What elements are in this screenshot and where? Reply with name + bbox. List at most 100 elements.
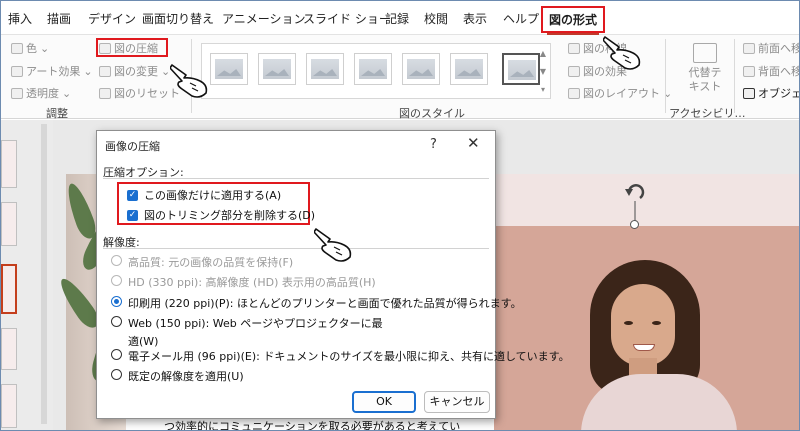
slide-thumbnail[interactable] [1, 202, 17, 246]
gallery-up-icon[interactable]: ▲ [538, 46, 548, 61]
radio-label: 電子メール用 (96 ppi)(E): ドキュメントのサイズを最小限に抑え、共有… [128, 350, 570, 363]
radio-icon [111, 275, 122, 286]
tab-slideshow[interactable]: スライド ショー [303, 10, 391, 27]
style-thumbnail-selected[interactable] [502, 53, 540, 85]
gallery-down-icon[interactable]: ▼ [538, 64, 548, 79]
slide-thumbnail-active[interactable] [1, 264, 17, 314]
bring-forward-button[interactable]: 前面へ移 [743, 40, 800, 56]
tab-view[interactable]: 表示 [463, 10, 487, 27]
change-picture-button[interactable]: 図の変更 ⌄ [99, 63, 170, 79]
alt-text-button[interactable]: 代替テ キスト [682, 43, 728, 94]
artistic-effects-button[interactable]: アート効果 ⌄ [11, 63, 93, 79]
thumbnail-scrollbar[interactable] [41, 124, 47, 424]
slide-caption-text: つ効率的にコミュニケーションを取る必要があると考えてい [164, 420, 461, 431]
picture-layout-button[interactable]: 図のレイアウト ⌄ [568, 85, 672, 101]
checkmark-icon: ✓ [127, 209, 138, 221]
artistic-effects-label: アート効果 [26, 65, 81, 78]
slide-thumbnail[interactable] [1, 384, 17, 428]
picture-effects-icon [568, 65, 580, 77]
selection-pane-button[interactable]: オブジェク [743, 85, 799, 101]
chevron-down-icon: ⌄ [83, 64, 93, 78]
ribbon-separator [734, 39, 735, 113]
adjust-group-label: 調整 [46, 107, 68, 120]
style-thumbnail[interactable] [258, 53, 296, 85]
bring-forward-label: 前面へ移 [758, 42, 800, 55]
slide-thumbnail[interactable] [1, 140, 17, 188]
ribbon-separator [665, 39, 666, 113]
style-thumbnail[interactable] [354, 53, 392, 85]
ribbon: 色 ⌄ アート効果 ⌄ 透明度 ⌄ 図の圧縮 図の変更 ⌄ 図のリセット 調整 [1, 35, 800, 120]
radio-print-220[interactable]: 印刷用 (220 ppi)(P): ほとんどのプリンターと画面で優れた品質が得ら… [111, 295, 522, 311]
style-preview [508, 60, 536, 80]
compress-highlight [96, 38, 168, 57]
radio-icon [111, 316, 122, 327]
radio-web-150[interactable]: Web (150 ppi): Web ページやプロジェクターに最 適(W) [111, 315, 383, 349]
apply-only-this-checkbox[interactable]: ✓ この画像だけに適用する(A) [127, 187, 281, 203]
delete-cropped-label: 図のトリミング部分を削除する(D) [144, 209, 316, 222]
tab-draw[interactable]: 描画 [47, 10, 71, 27]
pointing-hand-icon [603, 36, 641, 70]
divider [103, 248, 489, 249]
slide-thumbnail-pane [1, 120, 53, 430]
tab-review[interactable]: 校閲 [424, 10, 448, 27]
cancel-button[interactable]: キャンセル [424, 391, 490, 413]
style-thumbnail[interactable] [210, 53, 248, 85]
tab-help[interactable]: ヘルプ [503, 10, 539, 27]
style-thumbnail[interactable] [450, 53, 488, 85]
gallery-more-icon[interactable]: ▾ [538, 82, 548, 97]
style-preview [407, 59, 435, 79]
tab-transitions[interactable]: 画面切り替え [142, 10, 214, 27]
color-icon [11, 42, 23, 54]
style-preview [455, 59, 483, 79]
selection-pane-label: オブジェク [758, 87, 799, 100]
reset-picture-button[interactable]: 図のリセット [99, 85, 180, 101]
change-picture-icon [99, 65, 111, 77]
tab-design[interactable]: デザイン [88, 10, 136, 27]
chevron-down-icon: ⌄ [161, 64, 171, 78]
artistic-effects-icon [11, 65, 23, 77]
radio-label: Web (150 ppi): Web ページやプロジェクターに最 [128, 317, 383, 330]
style-thumbnail[interactable] [306, 53, 344, 85]
radio-default-resolution[interactable]: 既定の解像度を適用(U) [111, 368, 244, 384]
picture-layout-label: 図のレイアウト [583, 87, 660, 100]
selection-pane-icon [743, 87, 755, 99]
radio-selected-icon [111, 296, 122, 307]
face [611, 284, 675, 366]
alt-text-label-2: キスト [688, 80, 722, 93]
resize-handle[interactable] [630, 220, 639, 229]
transparency-icon [11, 87, 23, 99]
ok-button[interactable]: OK [352, 391, 416, 413]
send-backward-button[interactable]: 背面へ移 [743, 63, 799, 79]
picture-layout-icon [568, 87, 580, 99]
radio-label: 既定の解像度を適用(U) [128, 370, 244, 383]
radio-icon [111, 369, 122, 380]
style-thumbnail[interactable] [402, 53, 440, 85]
style-preview [215, 59, 243, 79]
alt-text-label-1: 代替テ [688, 66, 722, 79]
radio-label: HD (330 ppi): 高解像度 (HD) 表示用の高品質(H) [128, 276, 376, 289]
close-icon[interactable]: ✕ [467, 134, 480, 152]
pointing-hand-icon [314, 228, 352, 262]
tab-insert[interactable]: 挿入 [8, 10, 32, 27]
tab-record[interactable]: 記録 [385, 10, 409, 27]
radio-email-96[interactable]: 電子メール用 (96 ppi)(E): ドキュメントのサイズを最小限に抑え、共有… [111, 348, 570, 364]
help-icon[interactable]: ? [430, 137, 437, 152]
radio-label: 高品質: 元の画像の品質を保持(F) [128, 256, 294, 269]
eye [624, 321, 633, 325]
radio-icon [111, 255, 122, 266]
transparency-button[interactable]: 透明度 ⌄ [11, 85, 71, 101]
delete-cropped-checkbox[interactable]: ✓ 図のトリミング部分を削除する(D) [127, 207, 315, 223]
compress-pictures-dialog: 画像の圧縮 ? ✕ 圧縮オプション: ✓ この画像だけに適用する(A) ✓ 図の… [96, 130, 570, 419]
picture-styles-gallery: ▲ ▼ ▾ [201, 43, 551, 99]
radio-high-fidelity[interactable]: 高品質: 元の画像の品質を保持(F) [111, 254, 293, 270]
send-backward-icon [743, 65, 755, 77]
color-button[interactable]: 色 ⌄ [11, 40, 49, 56]
picture-border-icon [568, 42, 580, 54]
reset-picture-icon [99, 87, 111, 99]
divider [103, 178, 489, 179]
tab-animations[interactable]: アニメーション [222, 10, 306, 27]
tab-picture-format[interactable]: 図の形式 [541, 6, 606, 36]
chevron-down-icon: ⌄ [40, 41, 50, 55]
radio-hd-330[interactable]: HD (330 ppi): 高解像度 (HD) 表示用の高品質(H) [111, 274, 376, 290]
slide-thumbnail[interactable] [1, 328, 17, 370]
